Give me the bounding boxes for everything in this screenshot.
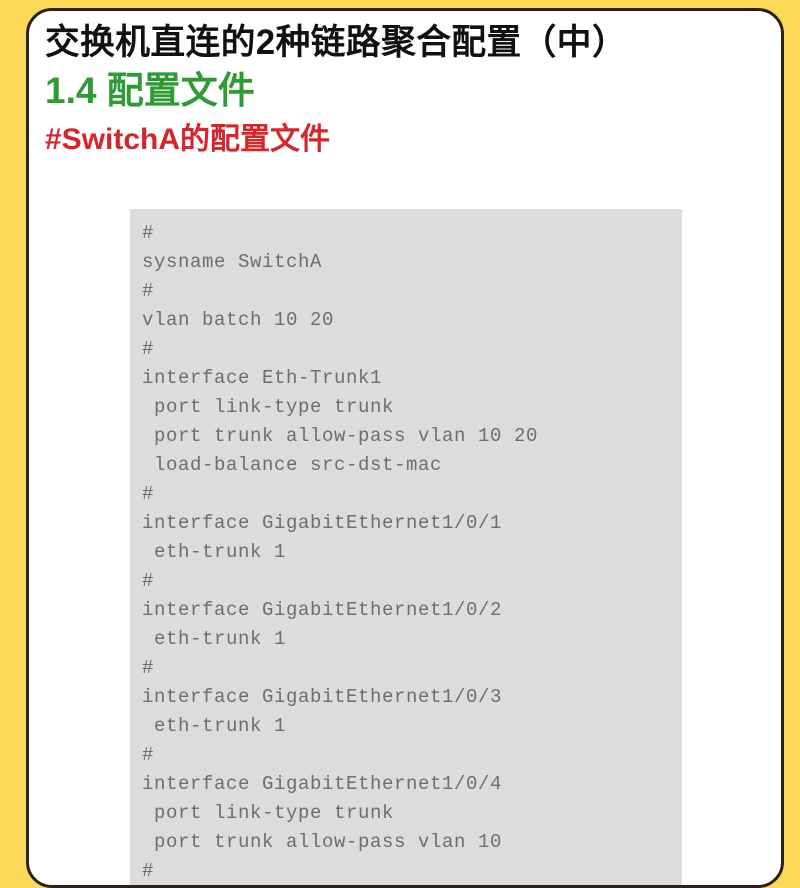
code-line: port trunk allow-pass vlan 10	[142, 831, 503, 853]
code-line: eth-trunk 1	[142, 541, 287, 563]
code-block: # sysname SwitchA # vlan batch 10 20 # interf…	[130, 209, 682, 885]
code-line: interface GigabitEthernet1/0/4	[142, 773, 503, 795]
page-title: 交换机直连的2种链路聚合配置（中）	[45, 23, 628, 62]
code-line: port link-type trunk	[142, 802, 395, 824]
code-line: #	[142, 860, 155, 882]
code-line: #	[142, 570, 155, 592]
code-line: interface GigabitEthernet1/0/3	[142, 686, 503, 708]
code-line: interface Eth-Trunk1	[142, 367, 383, 389]
page-root: 交换机直连的2种链路聚合配置（中） 1.4 配置文件 #SwitchA的配置文件…	[0, 0, 800, 888]
code-line: sysname SwitchA	[142, 251, 323, 273]
code-line: port link-type trunk	[142, 396, 395, 418]
code-line: #	[142, 744, 155, 766]
code-line: #	[142, 280, 155, 302]
code-line: #	[142, 657, 155, 679]
code-line: #	[142, 483, 155, 505]
config-file-comment-heading: #SwitchA的配置文件	[45, 122, 331, 156]
code-line: interface GigabitEthernet1/0/1	[142, 512, 503, 534]
code-line: #	[142, 338, 155, 360]
code-line: #	[142, 222, 155, 244]
code-line: vlan batch 10 20	[142, 309, 335, 331]
code-line: interface GigabitEthernet1/0/2	[142, 599, 503, 621]
code-line: port trunk allow-pass vlan 10 20	[142, 425, 539, 447]
section-heading: 1.4 配置文件	[45, 70, 255, 112]
code-line: load-balance src-dst-mac	[142, 454, 443, 476]
card-header-area: 交换机直连的2种链路聚合配置（中） 1.4 配置文件 #SwitchA的配置文件	[29, 11, 781, 158]
code-line: eth-trunk 1	[142, 715, 287, 737]
content-card: 交换机直连的2种链路聚合配置（中） 1.4 配置文件 #SwitchA的配置文件…	[26, 8, 784, 888]
code-line: eth-trunk 1	[142, 628, 287, 650]
